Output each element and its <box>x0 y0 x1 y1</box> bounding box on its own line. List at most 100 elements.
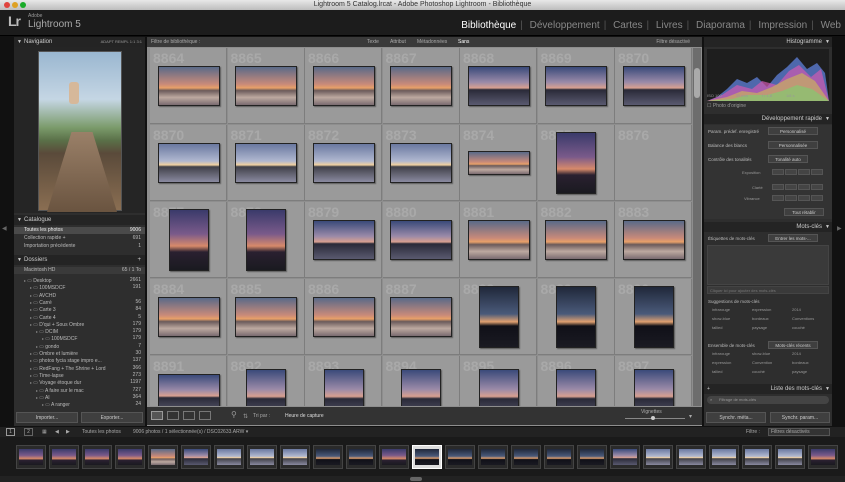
grid-cell[interactable]: 8893 <box>305 356 382 406</box>
folders-header[interactable]: ▼ Dossiers + <box>14 255 145 265</box>
keyword-set-item[interactable]: infrarouge <box>712 351 730 356</box>
filmstrip-scrollbar-thumb[interactable] <box>410 477 422 481</box>
photo-thumbnail[interactable] <box>633 369 674 406</box>
photo-thumbnail[interactable] <box>312 220 375 260</box>
keyword-suggestion[interactable]: expression <box>752 307 771 312</box>
keyword-set-item[interactable]: Convention <box>752 360 772 365</box>
photo-thumbnail[interactable] <box>323 369 364 406</box>
grid-scrollbar-thumb[interactable] <box>694 68 700 98</box>
vibrance-down-2[interactable] <box>772 195 784 201</box>
thumbnail-size-slider[interactable] <box>625 416 685 420</box>
grid-cell[interactable]: 8891 <box>150 356 227 406</box>
zoom-3-1[interactable]: 3:1 <box>136 39 142 44</box>
filmstrip-thumbnail[interactable] <box>676 445 706 469</box>
filter-metadata[interactable]: Métadonnées <box>417 37 447 47</box>
grid-cell[interactable]: 8888 <box>460 279 537 355</box>
module-library[interactable]: Bibliothèque <box>461 20 516 31</box>
clarity-up-1[interactable] <box>798 184 810 190</box>
photo-thumbnail[interactable] <box>390 143 452 183</box>
photo-thumbnail[interactable] <box>246 369 286 406</box>
grid-cell[interactable]: 8868 <box>460 48 537 124</box>
photo-thumbnail[interactable] <box>312 297 375 337</box>
keyword-set-item[interactable]: tallied <box>712 369 722 374</box>
navigator-preview-image[interactable] <box>38 51 122 212</box>
grid-view-icon[interactable] <box>151 411 163 420</box>
sort-direction-icon[interactable]: ⇅ <box>243 413 248 420</box>
grid-cell[interactable]: 8878 <box>227 202 305 278</box>
keyword-set-item[interactable]: bordeaux <box>792 360 809 365</box>
keyword-suggestion[interactable]: couché <box>792 325 805 330</box>
close-window-button[interactable] <box>4 2 10 8</box>
photo-thumbnail[interactable] <box>478 286 519 348</box>
photo-thumbnail[interactable] <box>467 66 530 106</box>
volume-macintosh-hd[interactable]: Macintosh HD 65 / 1 To <box>14 267 145 274</box>
photo-thumbnail[interactable] <box>556 369 596 406</box>
grid-cell[interactable]: 8894 <box>382 356 460 406</box>
photo-thumbnail[interactable] <box>157 143 220 183</box>
clarity-up-2[interactable] <box>811 184 823 190</box>
exposure-down-2[interactable] <box>772 169 784 175</box>
filmstrip-source[interactable]: Toutes les photos <box>82 427 121 437</box>
photo-thumbnail[interactable] <box>157 374 220 406</box>
photo-thumbnail[interactable] <box>390 220 452 260</box>
grid-cell[interactable]: 8884 <box>150 279 227 355</box>
spray-can-icon[interactable]: ⚲ <box>231 410 237 419</box>
grid-cell[interactable]: 8869 <box>537 48 615 124</box>
left-panel-toggle-icon[interactable]: ◀ <box>2 225 7 232</box>
keyword-filter-input[interactable]: ⌕ Filtrage de mots-clés <box>707 396 829 404</box>
exposure-down-1[interactable] <box>785 169 797 175</box>
toolbar-menu-icon[interactable]: ▾ <box>689 413 692 420</box>
main-window-button[interactable]: 1 <box>6 428 15 436</box>
filmstrip-thumbnail[interactable] <box>478 445 508 469</box>
filmstrip-thumbnail[interactable] <box>742 445 772 469</box>
navigator-header[interactable]: ▼ Navigation ADAPT REMPL 1:1 3:1 <box>14 37 145 47</box>
filmstrip-thumbnail[interactable] <box>379 445 409 469</box>
histogram-header[interactable]: Histogramme ▼ <box>704 37 832 47</box>
filmstrip-thumbnail[interactable] <box>808 445 838 469</box>
catalog-item-previous-import[interactable]: Importation précédente 1 <box>14 243 145 250</box>
grid-cell[interactable]: 8866 <box>305 48 382 124</box>
keyword-list-header[interactable]: Liste des mots-clés + ▼ <box>704 384 832 394</box>
photo-thumbnail[interactable] <box>545 220 607 260</box>
grid-cell[interactable]: 8889 <box>537 279 615 355</box>
grid-cell[interactable]: 8872 <box>305 125 382 201</box>
original-photo-checkbox[interactable]: ☐ Photo d'origine <box>707 103 746 109</box>
photo-thumbnail[interactable] <box>390 66 452 106</box>
grid-cell[interactable]: 8881 <box>460 202 537 278</box>
keyword-suggestion[interactable]: show-blue <box>712 316 730 321</box>
back-arrow-icon[interactable]: ◀ <box>55 427 59 437</box>
filmstrip-thumbnail[interactable] <box>544 445 574 469</box>
grid-cell[interactable]: 8879 <box>305 202 382 278</box>
keyword-set-item[interactable]: 2014 <box>792 351 801 356</box>
filmstrip-info[interactable]: 9006 photos / 1 sélectionnée(s) / DSC026… <box>133 427 248 437</box>
grid-cell[interactable]: 8874 <box>460 125 537 201</box>
grid-cell[interactable]: 8870 <box>150 125 227 201</box>
filmstrip-thumbnail[interactable] <box>412 445 442 469</box>
keyword-set-item[interactable]: paysage <box>792 369 807 374</box>
clarity-down-2[interactable] <box>772 184 784 190</box>
vibrance-down-1[interactable] <box>785 195 797 201</box>
filmstrip-thumbnail[interactable] <box>577 445 607 469</box>
photo-thumbnail[interactable] <box>157 66 220 106</box>
keyword-suggestion[interactable]: tallied <box>712 325 722 330</box>
grid-cell[interactable]: 8880 <box>382 202 460 278</box>
sort-select[interactable]: Heure de capture <box>285 413 324 419</box>
grid-cell[interactable]: 8885 <box>227 279 305 355</box>
clarity-down-1[interactable] <box>785 184 797 190</box>
photo-thumbnail[interactable] <box>556 132 596 194</box>
grid-cell[interactable]: 8867 <box>382 48 460 124</box>
keyword-suggestion[interactable]: paysage <box>752 325 767 330</box>
grid-cell[interactable]: 8890 <box>615 279 692 355</box>
photo-thumbnail[interactable] <box>235 297 297 337</box>
keyword-suggestion[interactable]: infrarouge <box>712 307 730 312</box>
grid-cell[interactable]: 8896 <box>537 356 615 406</box>
folder-item[interactable]: ▸ ▭ A ranger 24 <box>14 401 145 409</box>
photo-thumbnail[interactable] <box>312 66 375 106</box>
compare-view-icon[interactable] <box>183 411 195 420</box>
grid-cell[interactable]: 8882 <box>537 202 615 278</box>
photo-thumbnail[interactable] <box>390 297 452 337</box>
photo-thumbnail[interactable] <box>246 209 286 271</box>
keyword-input[interactable]: Cliquer ici pour ajouter des mots-clés <box>707 286 829 294</box>
filter-attribute[interactable]: Attribut <box>390 37 406 47</box>
vibrance-up-2[interactable] <box>811 195 823 201</box>
